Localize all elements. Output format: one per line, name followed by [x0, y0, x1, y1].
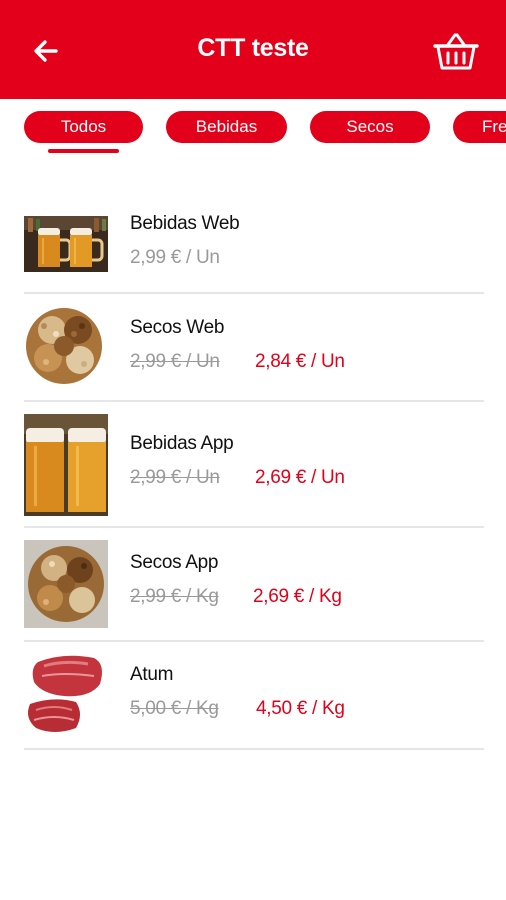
tab-bebidas[interactable]: Bebidas — [166, 111, 287, 143]
product-old-price: 2,99 € / Un — [130, 351, 220, 372]
tab-active-indicator — [48, 149, 119, 153]
product-discount-price: 2,84 € / Un — [255, 351, 345, 372]
nuts-image — [24, 306, 108, 386]
category-tabs: Todos Bebidas Secos Fre — [0, 99, 506, 161]
tab-todos[interactable]: Todos — [24, 111, 143, 143]
tuna-steak-image — [24, 652, 108, 738]
nuts-plate-image — [24, 540, 108, 628]
product-old-price: 2,99 € / Un — [130, 467, 220, 488]
tab-frescos[interactable]: Fre — [453, 111, 506, 143]
product-name: Secos Web — [130, 317, 225, 338]
product-name: Atum — [130, 664, 174, 685]
app-header: CTT teste — [0, 0, 506, 99]
shopping-basket-icon — [433, 33, 479, 70]
beer-glasses-image — [24, 414, 108, 516]
product-discount-price: 4,50 € / Kg — [256, 698, 345, 719]
product-name: Bebidas App — [130, 433, 234, 454]
product-discount-price: 2,69 € / Kg — [253, 586, 342, 607]
product-old-price: 5,00 € / Kg — [130, 698, 219, 719]
list-item[interactable]: Secos App 2,99 € / Kg 2,69 € / Kg — [24, 528, 484, 642]
list-item[interactable]: Secos Web 2,99 € / Un 2,84 € / Un — [24, 294, 484, 402]
product-name: Secos App — [130, 552, 219, 573]
cart-button[interactable] — [432, 30, 480, 74]
beer-mugs-image — [24, 216, 108, 272]
page-title: CTT teste — [197, 34, 309, 62]
product-price: 2,99 € / Un — [130, 247, 220, 268]
product-old-price: 2,99 € / Kg — [130, 586, 219, 607]
list-item[interactable]: Atum 5,00 € / Kg 4,50 € / Kg — [24, 642, 484, 750]
product-discount-price: 2,69 € / Un — [255, 467, 345, 488]
list-item[interactable]: Bebidas Web 2,99 € / Un — [24, 190, 484, 294]
list-item[interactable]: Bebidas App 2,99 € / Un 2,69 € / Un — [24, 402, 484, 528]
tab-secos[interactable]: Secos — [310, 111, 430, 143]
product-name: Bebidas Web — [130, 213, 240, 234]
